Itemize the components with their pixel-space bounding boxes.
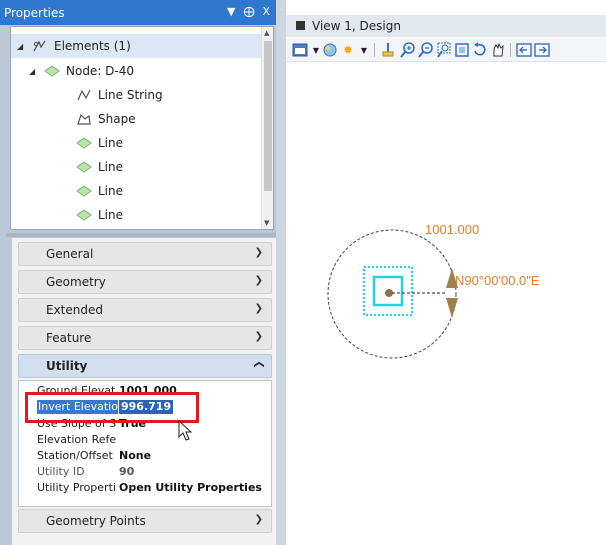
dropdown-arrow-icon[interactable]: ▼ <box>227 5 235 19</box>
highlight-box <box>25 392 199 423</box>
expand-triangle-icon[interactable]: ◢ <box>29 67 43 76</box>
bearing-label: N90°00'00.0"E <box>455 273 540 288</box>
section-label: Geometry Points <box>46 514 146 528</box>
tree-item-line[interactable]: Line <box>75 203 123 227</box>
panel-splitter[interactable] <box>6 233 276 237</box>
line-diamond-icon <box>75 207 93 223</box>
tree-item-line[interactable]: Line <box>75 179 123 203</box>
properties-titlebar: Properties ▼ ⨁ X <box>0 0 276 25</box>
dropdown-icon[interactable]: ▼ <box>356 42 372 58</box>
mouse-cursor-icon <box>178 420 193 441</box>
view-next-icon[interactable] <box>534 42 550 58</box>
property-label: Station/Offset I <box>37 448 116 462</box>
section-feature[interactable]: Feature ❯ <box>18 326 272 350</box>
property-value: 90 <box>119 464 135 478</box>
tree-item-label: Line <box>98 208 124 222</box>
close-icon[interactable]: X <box>262 5 270 19</box>
tree-item-label: Shape <box>98 112 136 126</box>
view-window-icon <box>296 21 305 30</box>
display-style-icon[interactable] <box>322 42 338 58</box>
update-view-icon[interactable] <box>380 42 396 58</box>
toolbar-separator <box>374 43 375 57</box>
property-label: Utility Properti <box>37 480 116 494</box>
line-string-icon <box>75 87 93 103</box>
tree-item-label: Line <box>98 184 124 198</box>
zoom-in-icon[interactable] <box>400 42 416 58</box>
section-label: Extended <box>46 303 103 317</box>
property-row-utility-properties[interactable]: Utility Properti Open Utility Properties <box>19 479 271 495</box>
section-utility[interactable]: Utility ❯ <box>18 354 272 378</box>
node-diamond-icon <box>43 63 61 79</box>
view-title: View 1, Design <box>312 19 401 33</box>
tree-item-node[interactable]: ◢ Node: D-40 <box>29 59 134 83</box>
rotate-view-icon[interactable] <box>472 42 488 58</box>
toolbar-separator <box>510 43 511 57</box>
view-previous-icon[interactable] <box>516 42 532 58</box>
section-label: General <box>46 247 94 261</box>
expand-triangle-icon[interactable]: ◢ <box>17 42 31 51</box>
tree-item-line[interactable]: Line <box>75 131 123 155</box>
view-titlebar: View 1, Design <box>286 15 606 37</box>
section-general[interactable]: General ❯ <box>18 242 272 266</box>
view-toolbar: ▼ ✹ ▼ <box>286 38 606 62</box>
chevron-down-icon: ❯ <box>254 331 263 342</box>
shape-icon <box>75 111 93 127</box>
pan-view-icon[interactable] <box>490 42 506 58</box>
titlebar-buttons: ▼ ⨁ X <box>227 5 270 19</box>
zoom-out-icon[interactable] <box>418 42 434 58</box>
tree-item-label: Elements (1) <box>54 39 131 53</box>
tree-item-elements[interactable]: ◢ Elements (1) <box>11 34 261 58</box>
section-label: Geometry <box>46 275 106 289</box>
scrollbar-thumb[interactable] <box>264 41 272 191</box>
section-label: Utility <box>46 359 88 373</box>
design-canvas[interactable] <box>286 62 606 545</box>
tree-item-label: Line String <box>98 88 163 102</box>
tree-item-line-string[interactable]: Line String <box>75 83 163 107</box>
tree-item-line[interactable]: Line <box>75 155 123 179</box>
tree-item-label: Node: D-40 <box>66 64 135 78</box>
chevron-down-icon: ❯ <box>254 303 263 314</box>
node-center-point[interactable] <box>385 289 393 297</box>
chevron-down-icon: ❯ <box>254 514 263 525</box>
element-tree: ◢ Elements (1) ◢ Node: D-40 Line String … <box>10 26 274 230</box>
properties-panel: Properties ▼ ⨁ X ◢ Elements (1) ◢ Node: … <box>0 0 276 545</box>
window-area-icon[interactable] <box>436 42 452 58</box>
tree-scrollbar[interactable]: ▲ ▼ <box>261 27 273 229</box>
lighting-icon[interactable]: ✹ <box>340 42 356 58</box>
property-row-utility-id: Utility ID 90 <box>19 463 271 479</box>
tree-item-shape[interactable]: Shape <box>75 107 136 131</box>
property-row-elevation-reference[interactable]: Elevation Refe <box>19 431 271 447</box>
scroll-down-icon[interactable]: ▼ <box>264 219 269 227</box>
panel-title: Properties <box>4 5 65 20</box>
section-geometry-points[interactable]: Geometry Points ❯ <box>18 509 272 533</box>
property-label: Elevation Refe <box>37 432 116 446</box>
section-extended[interactable]: Extended ❯ <box>18 298 272 322</box>
tree-item-label: Line <box>98 160 124 174</box>
line-diamond-icon <box>75 159 93 175</box>
view-attributes-icon[interactable] <box>292 42 308 58</box>
line-diamond-icon <box>75 135 93 151</box>
open-utility-properties-link[interactable]: Open Utility Properties <box>119 481 262 494</box>
property-value[interactable]: None <box>119 449 151 462</box>
chevron-up-icon: ❯ <box>253 360 265 369</box>
view-border <box>276 0 286 545</box>
fit-view-icon[interactable] <box>454 42 470 58</box>
pin-icon[interactable]: ⨁ <box>243 5 254 19</box>
scroll-up-icon[interactable]: ▲ <box>264 29 269 37</box>
property-row-station-offset[interactable]: Station/Offset I None <box>19 447 271 463</box>
elements-icon <box>31 38 49 54</box>
property-label: Utility ID <box>37 464 85 478</box>
chevron-down-icon: ❯ <box>254 247 263 258</box>
bearing-arrow-down-icon <box>446 298 458 318</box>
tree-item-label: Line <box>98 136 124 150</box>
line-diamond-icon <box>75 183 93 199</box>
section-geometry[interactable]: Geometry ❯ <box>18 270 272 294</box>
section-label: Feature <box>46 331 92 345</box>
elevation-label: 1001.000 <box>425 222 480 237</box>
chevron-down-icon: ❯ <box>254 275 263 286</box>
